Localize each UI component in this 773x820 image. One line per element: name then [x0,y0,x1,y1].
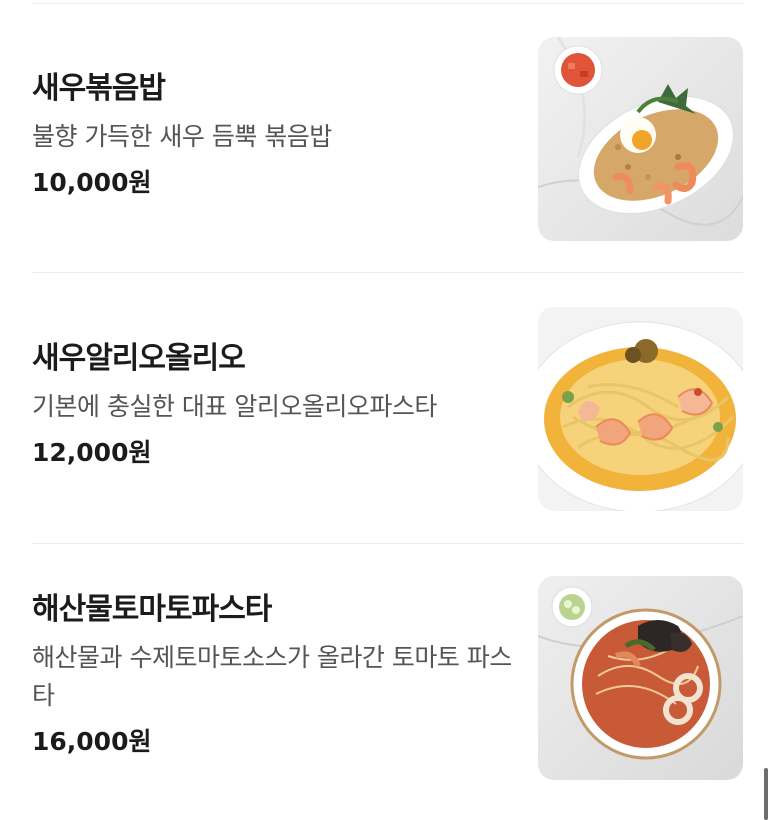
menu-item-shrimp-aglio-olio[interactable]: 새우알리오올리오 기본에 충실한 대표 알리오올리오파스타 12,000원 [0,273,773,543]
scrollbar-thumb[interactable] [764,768,768,820]
menu-item-description: 불향 가득한 새우 듬뿍 볶음밥 [32,122,332,151]
menu-item-price: 12,000원 [32,438,152,467]
shrimp-aglio-olio-photo [538,307,743,511]
menu-item-name: 새우볶음밥 [32,71,166,106]
menu-item-seafood-tomato-pasta[interactable]: 해산물토마토파스타 해산물과 수제토마토소스가 올라간 토마토 파스타 16,0… [0,544,773,820]
menu-item-shrimp-fried-rice[interactable]: 새우볶음밥 불향 가득한 새우 듬뿍 볶음밥 10,000원 [0,0,773,272]
shrimp-fried-rice-photo [538,37,743,241]
menu-item-price: 10,000원 [32,168,152,197]
menu-item-price: 16,000원 [32,727,152,756]
menu-item-description: 해산물과 수제토마토소스가 올라간 토마토 파스타 [32,643,512,710]
menu-item-name: 해산물토마토파스타 [32,592,272,627]
seafood-tomato-pasta-photo [538,576,743,780]
menu-item-name: 새우알리오올리오 [32,341,246,376]
menu-item-description: 기본에 충실한 대표 알리오올리오파스타 [32,392,437,421]
